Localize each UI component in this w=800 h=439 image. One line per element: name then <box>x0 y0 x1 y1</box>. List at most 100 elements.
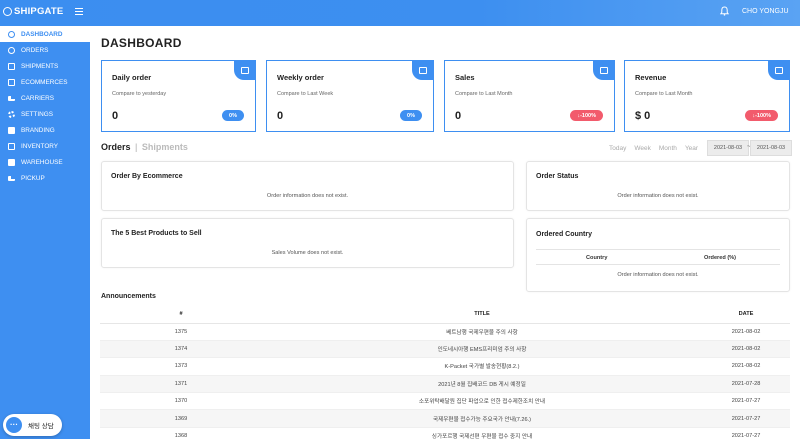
logo-text: SHIPGATE <box>14 6 64 17</box>
orders-icon <box>8 46 15 54</box>
sidebar-item-label: CARRIERS <box>21 94 55 102</box>
branding-icon <box>8 126 15 134</box>
gift-icon <box>241 66 249 74</box>
user-name[interactable]: CHO YONGJU <box>742 8 789 15</box>
table-row[interactable]: 1375 베트남행 국제우편물 주의 사항 2021-08-02 <box>100 323 790 341</box>
panel-order-status: Order Status Order information does not … <box>526 161 790 211</box>
column-title: TITLE <box>262 306 702 324</box>
section-tabs: Orders | Shipments <box>101 142 188 152</box>
table-row[interactable]: 1374 인도네시아행 EMS프리미엄 주의 사항 2021-08-02 <box>100 340 790 359</box>
sidebar-item-ecommerces[interactable]: ECOMMERCES <box>0 74 90 90</box>
row-number: 1370 <box>100 392 262 411</box>
column-ordered: Ordered (%) <box>704 255 737 261</box>
stat-card-sales: Sales Compare to Last Month 0 ↓-100% <box>444 60 615 132</box>
announcements-title: Announcements <box>101 293 156 300</box>
card-corner <box>234 60 256 80</box>
sidebar-item-settings[interactable]: SETTINGS <box>0 106 90 122</box>
row-title[interactable]: 인도네시아행 EMS프리미엄 주의 사항 <box>262 340 702 359</box>
row-number: 1375 <box>100 323 262 341</box>
row-title[interactable]: K-Packet 국가별 발송현황(8.2.) <box>262 357 702 376</box>
range-filters: Today Week Month Year <box>609 145 698 152</box>
empty-message: Order information does not exist. <box>266 193 349 199</box>
row-number: 1373 <box>100 357 262 376</box>
row-date: 2021-07-27 <box>702 409 790 428</box>
sidebar-item-carriers[interactable]: CARRIERS <box>0 90 90 106</box>
range-year[interactable]: Year <box>685 145 698 152</box>
range-week[interactable]: Week <box>634 145 651 152</box>
sidebar: DASHBOARD ORDERS SHIPMENTS ECOMMERCES CA… <box>0 26 90 439</box>
card-corner <box>412 60 434 80</box>
status-badge: ↓-100% <box>745 110 778 121</box>
sidebar-item-dashboard[interactable]: DASHBOARD <box>0 26 90 42</box>
inventory-icon <box>8 142 15 150</box>
range-today[interactable]: Today <box>609 145 626 152</box>
card-subtitle: Compare to Last Month <box>455 91 513 97</box>
card-value: 0 <box>455 110 462 122</box>
row-date: 2021-08-02 <box>702 357 790 376</box>
table-row[interactable]: 1370 소포위탁배달원 집단 파업으로 인한 접수제한조치 안내 2021-0… <box>100 392 790 411</box>
date-to-input[interactable]: 2021-08-03 <box>750 140 792 156</box>
table-row[interactable]: 1371 2021년 8월 집배코드 DB 게시 예정일 2021-07-28 <box>100 375 790 394</box>
status-badge: 0% <box>222 110 244 121</box>
row-date: 2021-07-27 <box>702 392 790 411</box>
logo-icon <box>3 7 12 16</box>
stat-card-daily-order: Daily order Compare to yesterday 0 0% <box>101 60 256 132</box>
date-from-input[interactable]: 2021-08-03 <box>707 140 749 156</box>
page-title: DASHBOARD <box>101 36 182 50</box>
row-title[interactable]: 소포위탁배달원 집단 파업으로 인한 접수제한조치 안내 <box>262 392 702 411</box>
card-title: Daily order <box>112 73 152 82</box>
row-title[interactable]: 싱가포르행 국제선편 우편물 접수 중지 안내 <box>262 427 702 439</box>
row-number: 1369 <box>100 409 262 428</box>
empty-message: Order information does not exist. <box>617 272 699 278</box>
card-title: Sales <box>455 73 475 82</box>
table-row[interactable]: 1373 K-Packet 국가별 발송현황(8.2.) 2021-08-02 <box>100 357 790 376</box>
sidebar-item-label: PICKUP <box>21 174 45 182</box>
chat-consult-button[interactable]: ··· 채팅 상담 <box>3 414 62 436</box>
ecommerce-icon <box>8 78 15 86</box>
card-title: Revenue <box>635 73 667 82</box>
dashboard-icon <box>8 30 15 38</box>
stat-card-weekly-order: Weekly order Compare to Last Week 0 0% <box>266 60 434 132</box>
row-date: 2021-07-28 <box>702 375 790 394</box>
stat-card-revenue: Revenue Compare to Last Month $ 0 ↓-100% <box>624 60 790 132</box>
bag-icon <box>600 66 608 74</box>
card-title: Weekly order <box>277 73 324 82</box>
row-title[interactable]: 2021년 8월 집배코드 DB 게시 예정일 <box>262 375 702 394</box>
panel-ordered-country: Ordered Country Country Ordered (%) Orde… <box>526 218 790 292</box>
sidebar-item-inventory[interactable]: INVENTORY <box>0 138 90 154</box>
row-title[interactable]: 국제우편물 접수가능 주요국가 안내(7.26.) <box>262 409 702 428</box>
sidebar-item-shipments[interactable]: SHIPMENTS <box>0 58 90 74</box>
card-value: $ 0 <box>635 110 651 122</box>
bell-icon[interactable] <box>720 6 729 16</box>
card-subtitle: Compare to Last Month <box>635 91 693 97</box>
announcements-table: # TITLE DATE 1375 베트남행 국제우편물 주의 사항 2021-… <box>100 306 790 439</box>
range-month[interactable]: Month <box>659 145 677 152</box>
sidebar-item-label: ORDERS <box>21 46 49 54</box>
menu-toggle-icon[interactable] <box>75 8 83 15</box>
sidebar-item-label: BRANDING <box>21 126 55 134</box>
row-number: 1371 <box>100 375 262 394</box>
panel-title: Order Status <box>536 173 579 180</box>
country-table-header: Country Ordered (%) <box>536 249 780 265</box>
sidebar-item-orders[interactable]: ORDERS <box>0 42 90 58</box>
sidebar-item-warehouse[interactable]: WAREHOUSE <box>0 154 90 170</box>
table-row[interactable]: 1369 국제우편물 접수가능 주요국가 안내(7.26.) 2021-07-2… <box>100 409 790 428</box>
sidebar-item-label: SHIPMENTS <box>21 62 59 70</box>
sidebar-item-label: INVENTORY <box>21 142 59 150</box>
tab-shipments[interactable]: Shipments <box>142 142 188 152</box>
calendar-icon <box>419 66 427 74</box>
row-date: 2021-07-27 <box>702 427 790 439</box>
table-header-row: # TITLE DATE <box>100 306 790 324</box>
row-date: 2021-08-02 <box>702 340 790 359</box>
panel-best-products: The 5 Best Products to Sell Sales Volume… <box>101 218 514 268</box>
row-title[interactable]: 베트남행 국제우편물 주의 사항 <box>262 323 702 341</box>
sidebar-item-pickup[interactable]: PICKUP <box>0 170 90 186</box>
column-date: DATE <box>702 306 790 324</box>
tab-orders[interactable]: Orders <box>101 142 131 152</box>
logo[interactable]: SHIPGATE <box>3 6 63 17</box>
empty-message: Order information does not exist. <box>617 193 699 199</box>
sidebar-item-branding[interactable]: BRANDING <box>0 122 90 138</box>
table-row[interactable]: 1368 싱가포르행 국제선편 우편물 접수 중지 안내 2021-07-27 <box>100 427 790 439</box>
column-number: # <box>100 306 262 324</box>
card-subtitle: Compare to Last Week <box>277 91 334 97</box>
